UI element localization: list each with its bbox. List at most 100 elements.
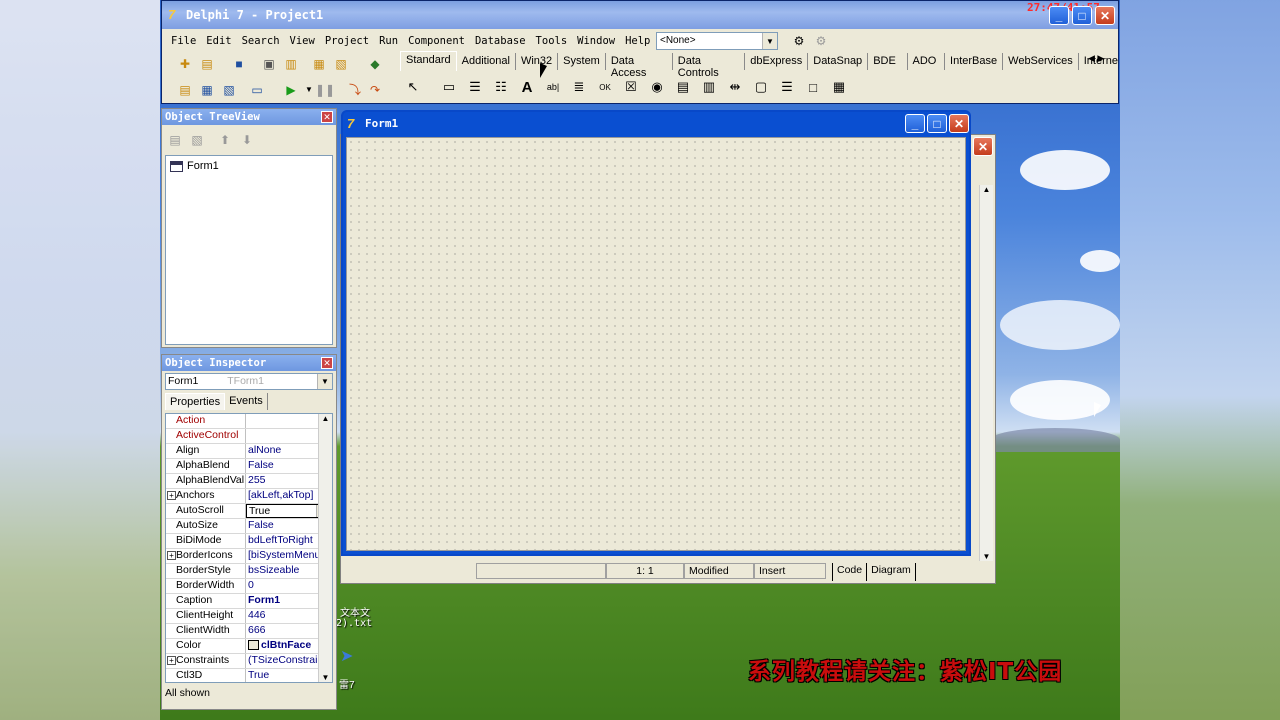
view-form-icon[interactable]: ▦	[198, 81, 216, 98]
form1-window[interactable]: 7 Form1 _ □ ✕	[341, 110, 971, 556]
property-scrollbar[interactable]: ▲ ▼	[318, 414, 332, 682]
new-form-icon[interactable]: ▭	[248, 81, 266, 98]
add-file-icon[interactable]: ▦	[310, 55, 328, 72]
tab-system[interactable]: System	[558, 53, 606, 70]
scroll-up-icon[interactable]: ▲	[980, 185, 993, 194]
panel-icon[interactable]: □	[800, 75, 826, 99]
tab-interbase[interactable]: InterBase	[945, 53, 1004, 70]
tab-properties[interactable]: Properties	[165, 393, 226, 410]
menu-help[interactable]: Help	[620, 35, 655, 47]
tab-dbexpress[interactable]: dbExpress	[745, 53, 809, 70]
tab-datasnap[interactable]: DataSnap	[808, 53, 869, 70]
property-row[interactable]: BorderStyle bsSizeable	[166, 564, 332, 579]
menu-project[interactable]: Project	[320, 35, 374, 47]
property-row[interactable]: ClientHeight 446	[166, 609, 332, 624]
app-shortcut-icon[interactable]: ➤	[340, 646, 358, 665]
property-row[interactable]: Align alNone	[166, 444, 332, 459]
delete-item-icon[interactable]: ▧	[188, 131, 206, 148]
menu-component[interactable]: Component	[403, 35, 470, 47]
listbox-icon[interactable]: ▤	[670, 75, 696, 99]
menu-edit[interactable]: Edit	[201, 35, 236, 47]
scroll-up-icon[interactable]: ▲	[319, 414, 332, 423]
desktop-file-label-2[interactable]: 2).txt	[336, 618, 372, 629]
chevron-down-icon[interactable]: ▼	[317, 374, 332, 389]
groupbox-icon[interactable]: ▢	[748, 75, 774, 99]
delphi-main-window[interactable]: 7 Delphi 7 - Project1 27:47/41:57 _ □ ✕ …	[161, 0, 1119, 104]
property-row[interactable]: Caption Form1	[166, 594, 332, 609]
menu-search[interactable]: Search	[237, 35, 285, 47]
menu-tools[interactable]: Tools	[531, 35, 573, 47]
tab-diagram[interactable]: Diagram	[866, 563, 916, 581]
tab-code[interactable]: Code	[832, 563, 866, 581]
save-all-icon[interactable]: ▣	[260, 55, 278, 72]
property-row[interactable]: Action	[166, 414, 332, 429]
property-row[interactable]: AutoSize False	[166, 519, 332, 534]
menu-window[interactable]: Window	[572, 35, 620, 47]
open-project-icon[interactable]: ▥	[282, 55, 300, 72]
tab-win32[interactable]: Win32	[516, 53, 559, 70]
object-selector-combo[interactable]: Form1 TForm1 ▼	[165, 373, 333, 390]
pause-icon[interactable]: ❚❚	[315, 81, 335, 98]
new-icon[interactable]: ✚	[176, 55, 194, 72]
tab-scroll[interactable]: ◀ ▶	[1088, 53, 1104, 64]
property-row[interactable]: Color clBtnFace	[166, 639, 332, 654]
new-item-icon[interactable]: ▤	[166, 131, 184, 148]
object-treeview-panel[interactable]: Object TreeView ✕ ▤ ▧ ⬆ ⬇ Form1	[161, 108, 337, 348]
property-row[interactable]: ClientWidth 666	[166, 624, 332, 639]
maximize-icon[interactable]: □	[1072, 6, 1092, 25]
property-row[interactable]: + Anchors [akLeft,akTop]	[166, 489, 332, 504]
expand-icon[interactable]: +	[167, 551, 176, 560]
tab-webservices[interactable]: WebServices	[1003, 53, 1079, 70]
object-inspector-panel[interactable]: Object Inspector ✕ Form1 TForm1 ▼ Proper…	[161, 354, 337, 710]
open-icon[interactable]: ▤	[198, 55, 216, 72]
save-desktop-icon[interactable]: ⚙	[790, 32, 808, 49]
step-over-icon[interactable]: ↷	[366, 81, 384, 98]
property-row[interactable]: + BorderIcons [biSystemMenu,	[166, 549, 332, 564]
form-design-surface[interactable]	[346, 137, 966, 551]
property-row-selected[interactable]: AutoScrollTrue▼	[166, 504, 332, 519]
close-icon[interactable]: ✕	[321, 357, 333, 369]
radio-button-icon[interactable]: ◉	[644, 75, 670, 99]
combobox-icon[interactable]: ▥	[696, 75, 722, 99]
tab-data-access[interactable]: Data Access	[606, 53, 673, 79]
debug-desktop-icon[interactable]: ⚙	[812, 32, 830, 49]
tree-item-form1[interactable]: Form1	[170, 160, 219, 172]
label-icon[interactable]: A	[514, 75, 540, 99]
property-row[interactable]: + Constraints (TSizeConstrain	[166, 654, 332, 669]
menu-file[interactable]: File	[166, 35, 201, 47]
property-row[interactable]: BorderWidth 0	[166, 579, 332, 594]
view-unit-icon[interactable]: ▤	[176, 81, 194, 98]
expand-icon[interactable]: +	[167, 656, 176, 665]
menu-database[interactable]: Database	[470, 35, 531, 47]
scroll-down-icon[interactable]: ▼	[319, 673, 332, 682]
property-row[interactable]: AlphaBlendVal 255	[166, 474, 332, 489]
checkbox-icon[interactable]: ☒	[618, 75, 644, 99]
main-menu-icon[interactable]: ☰	[462, 75, 488, 99]
edit-icon[interactable]: ab|	[540, 75, 566, 99]
close-icon[interactable]: ✕	[321, 111, 333, 123]
trace-into-icon[interactable]: ⤵	[346, 81, 364, 98]
help-icon[interactable]: ◆	[366, 55, 384, 72]
radiogroup-icon[interactable]: ☰	[774, 75, 800, 99]
scroll-down-icon[interactable]: ▼	[980, 552, 993, 561]
minimize-icon[interactable]: _	[1049, 6, 1069, 25]
editor-scrollbar[interactable]: ▲ ▼	[979, 185, 993, 561]
remove-file-icon[interactable]: ▧	[332, 55, 350, 72]
property-row[interactable]: ActiveControl	[166, 429, 332, 444]
actionlist-icon[interactable]: ▦	[826, 75, 852, 99]
move-down-icon[interactable]: ⬇	[238, 131, 256, 148]
minimize-icon[interactable]: _	[905, 114, 925, 133]
pointer-icon[interactable]: ↖	[400, 75, 426, 99]
app-shortcut-label[interactable]: 雷7	[339, 676, 355, 691]
desktop-file-label[interactable]: 文本文	[340, 604, 370, 619]
memo-icon[interactable]: ≣	[566, 75, 592, 99]
tab-events[interactable]: Events	[225, 393, 268, 410]
chevron-down-icon[interactable]: ▼	[762, 33, 777, 49]
close-icon[interactable]: ✕	[949, 114, 969, 133]
tab-data-controls[interactable]: Data Controls	[673, 53, 746, 79]
property-row[interactable]: Ctl3D True	[166, 669, 332, 682]
tab-ado[interactable]: ADO	[908, 53, 946, 70]
titlebar[interactable]: 7 Delphi 7 - Project1 27:47/41:57 _ □ ✕	[162, 1, 1118, 29]
desktop-layout-combo[interactable]: <None> ▼	[656, 32, 778, 50]
run-icon[interactable]: ▶	[282, 81, 300, 98]
